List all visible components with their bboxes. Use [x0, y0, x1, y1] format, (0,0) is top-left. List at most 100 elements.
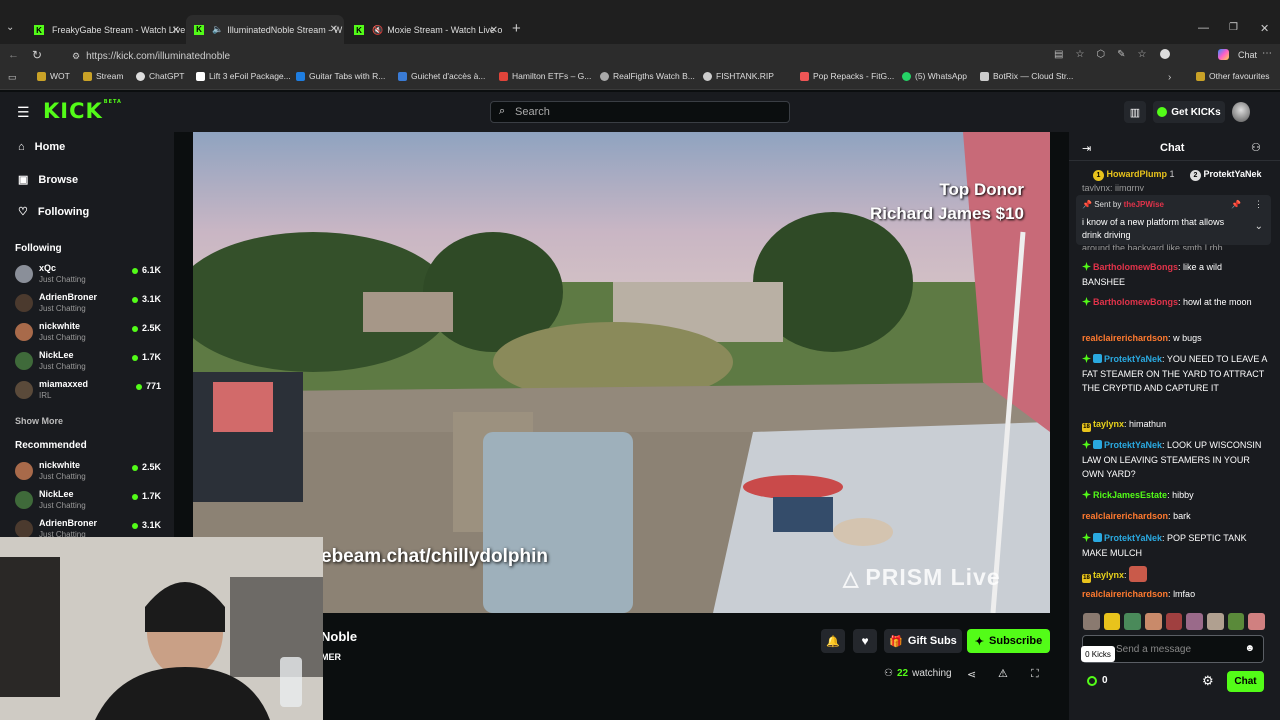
og-badge-icon [1082, 440, 1091, 449]
chat-message[interactable]: realclairerichardson: bark [1082, 509, 1267, 524]
recommended-channel-nickwhite[interactable]: nickwhite Just Chatting 2.5K [15, 460, 165, 488]
tab-list-chevron-icon[interactable]: ⌄ [6, 22, 14, 33]
emote-quick-bar[interactable] [1083, 613, 1266, 630]
get-kicks-button[interactable]: Get KICKs [1153, 101, 1225, 123]
top-gifter-1[interactable]: 1 HowardPlump 1 [1093, 169, 1175, 181]
browser-tab-freakygabe[interactable]: K FreakyGabe Stream - Watch Live o ✕ [26, 17, 186, 43]
refresh-icon[interactable]: ↻ [32, 48, 42, 62]
emote-icon[interactable] [1248, 613, 1266, 630]
emote-icon[interactable] [1165, 613, 1183, 630]
chevron-down-icon[interactable]: ⌄ [1255, 221, 1263, 232]
search-input[interactable]: ⌕ Search [490, 101, 790, 123]
reading-list-icon[interactable]: ▭ [8, 72, 17, 83]
browser-tab-illuminatednoble[interactable]: K 🔈 IlluminatedNoble Stream - W ✕ [186, 15, 344, 44]
chevron-right-icon[interactable]: › [1168, 72, 1171, 83]
chat-message[interactable]: realclairerichardson: lmfao [1082, 587, 1267, 602]
bookmark-item[interactable]: Lift 3 eFoil Package... [196, 71, 291, 81]
user-avatar[interactable] [1232, 102, 1250, 122]
chat-message[interactable]: ProtektYaNek: YOU NEED TO LEAVE A FAT ST… [1082, 352, 1267, 396]
sub-badge-icon [1093, 354, 1102, 363]
kick-logo[interactable]: KICKBETA [43, 99, 122, 123]
sidebar-item-following[interactable]: ♡ Following [18, 205, 89, 219]
gift-subs-button[interactable]: 🎁 Gift Subs [884, 629, 962, 653]
bookmark-item[interactable]: Stream [83, 71, 123, 81]
bookmark-item[interactable]: Hamilton ETFs – G... [499, 71, 591, 81]
pinned-text: i know of a new platform that allows dri… [1082, 217, 1225, 240]
chat-message[interactable]: ProtektYaNek: POP SEPTIC TANK MAKE MULCH [1082, 531, 1267, 560]
chat-settings-gear-icon[interactable]: ⚙ [1202, 673, 1214, 689]
bookmark-item[interactable]: RealFigths Watch B... [600, 71, 695, 81]
chat-message[interactable]: BartholomewBongs: like a wild BANSHEE [1082, 260, 1267, 289]
menu-icon[interactable]: ☰ [17, 104, 30, 121]
chat-message[interactable]: ProtektYaNek: LOOK UP WISCONSIN LAW ON L… [1082, 438, 1267, 482]
close-tab-icon[interactable]: ✕ [330, 24, 338, 35]
settings-more-icon[interactable]: ⋯ [1262, 48, 1272, 59]
emote-icon[interactable] [1186, 613, 1204, 630]
url-field[interactable]: ⚙ https://kick.com/illuminatednoble [60, 47, 1090, 65]
report-warning-icon[interactable]: ⚠ [998, 667, 1008, 680]
following-channel-nickwhite[interactable]: nickwhite Just Chatting 2.5K [15, 321, 165, 349]
kicks-balance[interactable]: 0 [1087, 675, 1108, 686]
minimize-icon[interactable]: — [1198, 22, 1209, 34]
following-channel-miamaxxed[interactable]: miamaxxed IRL 771 [15, 379, 165, 407]
bell-icon: 🔔 [826, 635, 840, 648]
close-tab-icon[interactable]: ✕ [490, 25, 498, 36]
sidebar-item-home[interactable]: ⌂ Home [18, 141, 65, 153]
browser-tab-moxie[interactable]: K 🔇 Moxie Stream - Watch Live o ✕ [346, 17, 504, 43]
emote-icon[interactable] [1227, 613, 1245, 630]
chat-message[interactable]: 18 taylynx: [1082, 566, 1267, 583]
copilot-chat-button[interactable]: Chat [1238, 50, 1257, 60]
close-tab-icon[interactable]: ✕ [172, 25, 180, 36]
recommended-channel-nicklee[interactable]: NickLee Just Chatting 1.7K [15, 489, 165, 517]
following-channel-nicklee[interactable]: NickLee Just Chatting 1.7K [15, 350, 165, 378]
chat-message[interactable]: BartholomewBongs: howl at the moon [1082, 295, 1267, 310]
more-options-icon[interactable]: ⋮ [1254, 199, 1263, 210]
top-gifter-2[interactable]: 2 ProtektYaNek [1190, 169, 1275, 181]
clip-icon[interactable]: ⛶ [1031, 668, 1039, 681]
pinned-message[interactable]: 📌 Sent by theJPWise 📌 ⋮ i know of a new … [1076, 195, 1271, 245]
following-channel-xqc[interactable]: xQc Just Chatting 6.1K [15, 263, 165, 291]
subscribe-button[interactable]: ✦ Subscribe [967, 629, 1050, 653]
chat-users-icon[interactable]: ⚇ [1251, 141, 1261, 154]
collapse-chat-icon[interactable]: ⇥ [1082, 142, 1091, 155]
emote-icon[interactable] [1145, 613, 1162, 630]
webcam-overlay [0, 537, 323, 720]
layout-toggle-icon[interactable]: ▥ [1124, 101, 1146, 123]
show-more-button[interactable]: Show More [15, 416, 63, 426]
emote-icon[interactable] [1124, 613, 1142, 630]
emote-icon[interactable] [1083, 613, 1100, 630]
following-channel-adrienbroner[interactable]: AdrienBroner Just Chatting 3.1K [15, 292, 165, 320]
new-tab-icon[interactable]: + [512, 20, 521, 37]
bookmark-item[interactable]: BotRix — Cloud Str... [980, 71, 1073, 81]
emote-icon[interactable] [1207, 613, 1224, 630]
site-info-icon[interactable]: ⚙ [72, 51, 80, 62]
bookmark-item[interactable]: ChatGPT [136, 71, 184, 81]
send-chat-button[interactable]: Chat [1227, 671, 1264, 692]
sidebar-item-browse[interactable]: ▣ Browse [18, 173, 78, 187]
emote-icon[interactable] [1103, 613, 1121, 630]
maximize-icon[interactable]: ❐ [1229, 22, 1238, 33]
bookmark-item[interactable]: WOT [37, 71, 70, 81]
bookmark-item[interactable]: (5) WhatsApp [902, 71, 967, 81]
og-badge-icon [1082, 297, 1091, 306]
kicks-tooltip: 0 Kicks [1081, 646, 1115, 662]
streamer-name[interactable]: Noble [321, 629, 357, 644]
emoji-icon[interactable]: ☻ [1244, 643, 1255, 654]
chat-message[interactable]: 18 taylynx: himathun [1082, 417, 1267, 432]
bookmark-item[interactable]: FISHTANK.RIP [703, 71, 774, 81]
follow-button[interactable]: ♥ [853, 629, 877, 653]
chat-message[interactable]: RickJamesEstate: hibby [1082, 488, 1267, 503]
browse-icon: ▣ [18, 174, 29, 186]
bookmark-item[interactable]: Guichet d'accès à... [398, 71, 485, 81]
notification-bell-button[interactable]: 🔔 [821, 629, 845, 653]
bookmark-item[interactable]: Pop Repacks - FitG... [800, 71, 894, 81]
unpin-icon[interactable]: 📌 [1231, 200, 1241, 209]
profile-avatar[interactable] [1160, 49, 1170, 59]
avatar [15, 491, 33, 509]
bookmark-item[interactable]: Guitar Tabs with R... [296, 71, 385, 81]
share-icon[interactable]: ⋖ [967, 668, 976, 681]
back-icon[interactable]: ← [8, 49, 19, 61]
close-window-icon[interactable]: ✕ [1260, 22, 1269, 35]
bookmark-folder-other[interactable]: Other favourites [1196, 71, 1269, 81]
chat-message[interactable]: realclairerichardson: w bugs [1082, 331, 1267, 346]
